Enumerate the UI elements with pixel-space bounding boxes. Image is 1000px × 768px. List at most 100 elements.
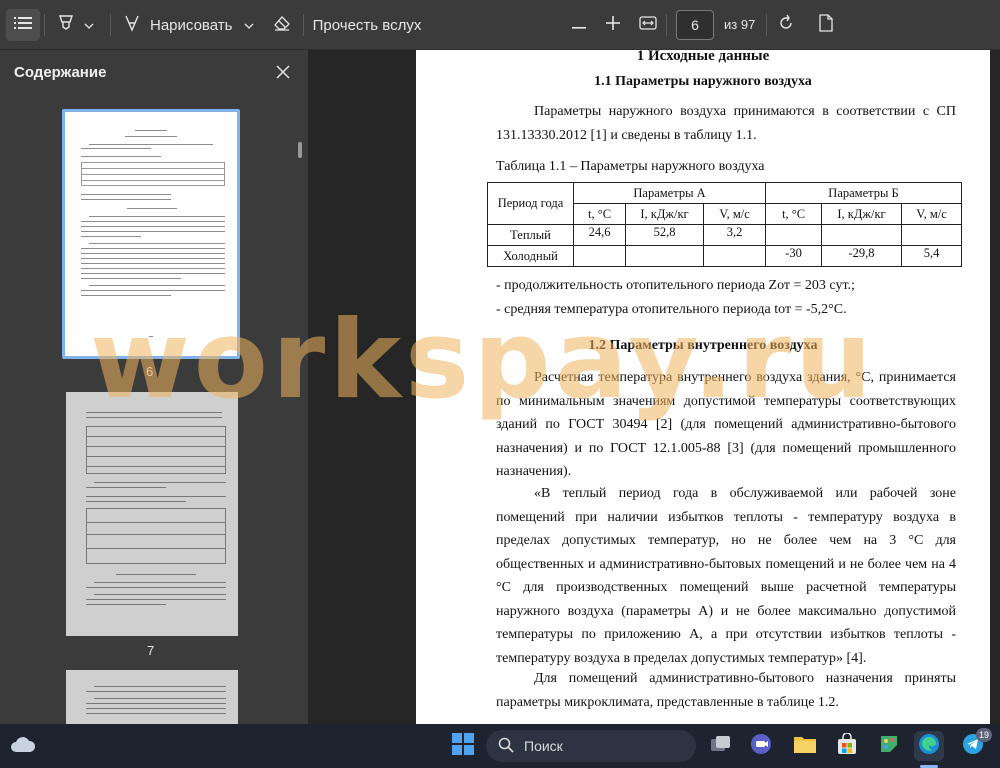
- thumbnail-page-6[interactable]: [62, 109, 240, 359]
- table-caption: Таблица 1.1 – Параметры наружного воздух…: [496, 159, 765, 174]
- document-viewer[interactable]: 1 Исходные данные 1.1 Параметры наружног…: [308, 50, 1000, 724]
- task-view-button[interactable]: [706, 731, 736, 761]
- highlighter-icon: [58, 14, 74, 36]
- read-aloud-label: Прочесть вслух: [312, 16, 422, 34]
- plus-icon: [606, 16, 620, 34]
- thumbnail-page-7[interactable]: [66, 392, 238, 636]
- draw-label: Нарисовать: [150, 16, 233, 34]
- paragraph: Для помещений административно-бытового н…: [496, 671, 956, 710]
- contents-sidebar: Содержание 6 7: [0, 50, 308, 724]
- page-number-input[interactable]: 6: [676, 10, 714, 40]
- table-cell: [901, 224, 962, 246]
- badge-count: 19: [978, 730, 989, 740]
- table-cell-period: Холодный: [487, 245, 574, 267]
- chat-icon: [750, 733, 772, 759]
- close-icon: [276, 64, 290, 83]
- current-page-value: 6: [691, 17, 699, 33]
- toolbar-separator: [303, 14, 304, 36]
- zoom-out-button[interactable]: [566, 9, 592, 41]
- table-cell: [765, 224, 822, 246]
- zoom-in-button[interactable]: [600, 9, 626, 41]
- subsection-heading: 1.1 Параметры наружного воздуха: [594, 74, 812, 89]
- table-row: Теплый 24,6 52,8 3,2: [487, 224, 962, 246]
- chevron-down-icon: [84, 17, 94, 33]
- draw-options-button[interactable]: [240, 9, 258, 41]
- paragraph: «В теплый период года в обслуживаемой ил…: [496, 486, 956, 666]
- table-cell: -29,8: [821, 245, 902, 267]
- highlight-button[interactable]: [54, 9, 78, 41]
- table-cell: 52,8: [625, 224, 704, 246]
- search-icon: [498, 737, 514, 756]
- thumbnail-page-8[interactable]: [66, 670, 238, 724]
- table-header-group-b: Параметры Б: [765, 182, 962, 204]
- sidebar-scrollbar[interactable]: [298, 142, 302, 158]
- heating-period-duration: - продолжительность отопительного период…: [496, 278, 855, 293]
- pen-icon: [124, 14, 140, 36]
- table-row: Холодный -30 -29,8 5,4: [487, 245, 962, 267]
- palette-icon: [878, 733, 900, 759]
- heating-period-temperature: - средняя температура отопительного пери…: [496, 302, 847, 317]
- table-subheader: V, м/с: [703, 203, 766, 225]
- table-cell: -30: [765, 245, 822, 267]
- table-cell: [573, 245, 626, 267]
- read-aloud-button[interactable]: Прочесть вслух: [312, 9, 422, 41]
- table-cell: 24,6: [573, 224, 626, 246]
- cloud-icon: [10, 734, 36, 758]
- table-cell: [821, 224, 902, 246]
- store-icon: [836, 732, 858, 759]
- thumbnail-page-label: 7: [147, 643, 155, 658]
- taskbar: Поиск 19: [0, 724, 1000, 768]
- table-subheader: V, м/с: [901, 203, 962, 225]
- list-icon: [14, 16, 32, 34]
- edge-browser-button[interactable]: [914, 731, 944, 761]
- pdf-toolbar: Нарисовать Прочесть вслух 6 из 97: [0, 0, 1000, 50]
- photos-app-button[interactable]: [874, 731, 904, 761]
- thumbnail-content: [65, 112, 237, 356]
- search-label: Поиск: [524, 738, 563, 754]
- taskbar-search[interactable]: Поиск: [486, 730, 696, 762]
- page-view-button[interactable]: [812, 9, 840, 41]
- draw-button[interactable]: Нарисовать: [124, 9, 236, 41]
- document-page: 1 Исходные данные 1.1 Параметры наружног…: [416, 50, 990, 724]
- toolbar-separator: [766, 14, 767, 36]
- table-cell-period: Теплый: [487, 224, 574, 246]
- windows-icon: [452, 733, 474, 759]
- file-explorer-button[interactable]: [790, 731, 820, 761]
- table-subheader: t, °C: [765, 203, 822, 225]
- rotate-icon: [777, 14, 795, 36]
- outdoor-params-table: Период года Параметры А Параметры Б t, °…: [487, 182, 962, 267]
- toolbar-separator: [44, 14, 45, 36]
- paragraph: Расчетная температура внутреннего воздух…: [496, 370, 956, 479]
- table-subheader: I, кДж/кг: [821, 203, 902, 225]
- table-cell: [703, 245, 766, 267]
- toolbar-separator: [110, 14, 111, 36]
- table-subheader: I, кДж/кг: [625, 203, 704, 225]
- fit-width-icon: [639, 16, 657, 34]
- start-button[interactable]: [448, 731, 478, 761]
- total-pages-label: из 97: [724, 17, 756, 32]
- store-button[interactable]: [832, 731, 862, 761]
- toolbar-separator: [666, 14, 667, 36]
- thumbnail-content: [66, 392, 238, 636]
- folder-icon: [793, 734, 817, 758]
- notification-badge: 19: [976, 728, 992, 742]
- erase-button[interactable]: [268, 9, 296, 41]
- fit-width-button[interactable]: [634, 9, 662, 41]
- table-cell: 5,4: [901, 245, 962, 267]
- chat-app-button[interactable]: [746, 731, 776, 761]
- chevron-down-icon: [244, 17, 254, 33]
- thumbnail-page-label: 6: [146, 364, 154, 379]
- subsection-heading: 1.2 Параметры внутреннего воздуха: [588, 338, 818, 353]
- highlight-options-button[interactable]: [80, 9, 98, 41]
- table-subheader: t, °C: [573, 203, 626, 225]
- task-view-icon: [710, 735, 732, 757]
- close-sidebar-button[interactable]: [270, 60, 296, 86]
- contents-toggle-button[interactable]: [6, 9, 40, 41]
- table-header-group-a: Параметры А: [573, 182, 766, 204]
- rotate-button[interactable]: [772, 9, 800, 41]
- table-cell: [625, 245, 704, 267]
- weather-widget[interactable]: [8, 731, 38, 761]
- edge-icon: [918, 733, 940, 759]
- sidebar-title: Содержание: [14, 64, 107, 81]
- table-header-period: Период года: [487, 182, 574, 225]
